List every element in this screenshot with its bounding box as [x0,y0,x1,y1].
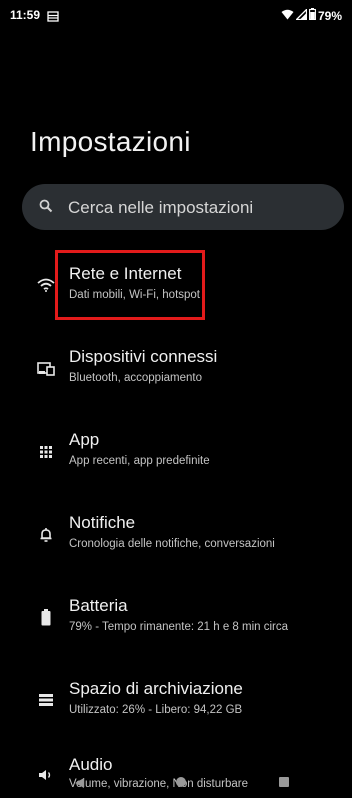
settings-item-storage[interactable]: Spazio di archiviazione Utilizzato: 26% … [0,665,352,735]
highlight-box [55,250,205,320]
settings-item-subtitle: App recenti, app predefinite [69,455,210,467]
home-icon[interactable] [176,777,186,787]
search-placeholder: Cerca nelle impostazioni [68,198,254,217]
connected-devices-icon [36,359,56,379]
wifi-icon [36,275,56,295]
search-bar[interactable]: Cerca nelle impostazioni [22,184,344,230]
settings-item-subtitle: Cronologia delle notifiche, conversazion… [69,538,275,550]
status-indicators: 79% [281,7,342,23]
storage-icon [36,690,56,710]
battery-icon [309,8,316,23]
bell-icon [36,525,56,545]
search-icon [39,199,53,218]
settings-item-connected-devices[interactable]: Dispositivi connessi Bluetooth, accoppia… [0,333,352,403]
status-bar: 11:59 79% [0,0,352,30]
settings-item-battery[interactable]: Batteria 79% - Tempo rimanente: 21 h e 8… [0,582,352,652]
signal-icon [294,7,308,23]
apps-grid-icon [36,442,56,462]
settings-item-title: Batteria [69,596,128,615]
settings-item-notifications[interactable]: Notifiche Cronologia delle notifiche, co… [0,499,352,569]
settings-item-subtitle: 79% - Tempo rimanente: 21 h e 8 min circ… [69,621,289,633]
settings-item-title: Notifiche [69,513,136,532]
settings-item-title: Dispositivi connessi [69,347,218,366]
settings-item-subtitle: Bluetooth, accoppiamento [69,372,202,384]
battery-percent: 79% [317,8,342,23]
settings-item-apps[interactable]: App App recenti, app predefinite [0,416,352,486]
status-time: 11:59 [10,8,41,22]
storage-icon [47,9,59,27]
battery-icon [36,607,56,627]
navigation-bar [0,766,352,798]
settings-item-title: Spazio di archiviazione [69,679,243,698]
settings-item-title: App [69,430,100,449]
page-title: Impostazioni [30,126,191,157]
back-icon[interactable] [74,776,85,794]
recents-icon[interactable] [279,777,289,787]
settings-item-subtitle: Utilizzato: 26% - Libero: 94,22 GB [69,704,243,716]
wifi-icon [281,9,294,23]
